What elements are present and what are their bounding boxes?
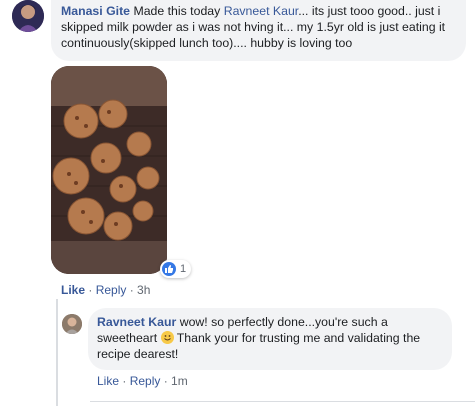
cookies-on-rack-image <box>51 66 167 274</box>
thread-line <box>56 299 58 406</box>
like-icon <box>162 262 176 276</box>
like-link[interactable]: Like <box>61 283 85 297</box>
avatar[interactable] <box>12 0 44 32</box>
mention-link[interactable]: Ravneet Kaur <box>224 4 299 18</box>
separator: · <box>160 374 172 388</box>
reply-text: Ravneet Kaur wow! so perfectly done...yo… <box>97 314 442 362</box>
like-link[interactable]: Like <box>97 374 119 388</box>
reply-actions: Like · Reply · 1m <box>97 374 188 388</box>
cookie-photo[interactable] <box>51 66 167 274</box>
timestamp[interactable]: 1m <box>171 374 188 388</box>
reply-avatar[interactable] <box>62 314 82 334</box>
reply-link[interactable]: Reply <box>96 283 127 297</box>
comment-author[interactable]: Manasi Gite <box>61 4 130 18</box>
reaction-count[interactable]: 1 <box>160 260 192 278</box>
smile-emoji-icon <box>160 331 174 344</box>
comment-text: Manasi Gite Made this today Ravneet Kaur… <box>61 3 456 51</box>
separator: · <box>126 283 138 297</box>
profile-photo <box>62 314 82 334</box>
profile-photo <box>12 0 44 32</box>
timestamp[interactable]: 3h <box>137 283 150 297</box>
comment-text-start: Made this today <box>133 4 221 18</box>
separator: · <box>119 374 130 388</box>
reaction-number: 1 <box>180 263 187 275</box>
reply-author[interactable]: Ravneet Kaur <box>97 315 176 329</box>
separator: · <box>85 283 96 297</box>
reply-link[interactable]: Reply <box>130 374 161 388</box>
divider <box>90 401 475 402</box>
comment-actions: Like · Reply · 3h <box>61 283 150 297</box>
